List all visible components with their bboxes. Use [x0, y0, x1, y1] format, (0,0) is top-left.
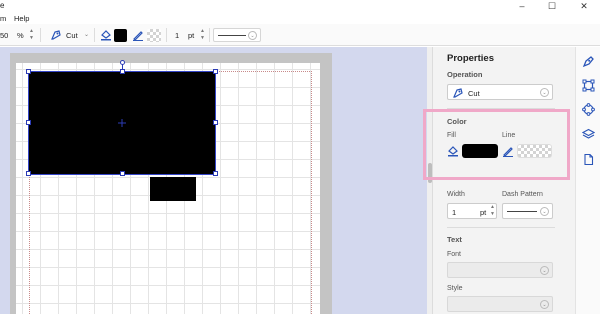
rail-pen-button[interactable]: [580, 53, 596, 69]
pen-tool-icon: [582, 55, 594, 67]
line-width-input[interactable]: 1 pt ▲ ▼: [447, 203, 497, 219]
resize-handle-s[interactable]: [120, 171, 125, 176]
text-heading: Text: [447, 235, 462, 244]
rectangle-small[interactable]: [150, 177, 196, 201]
menu-item-help[interactable]: Help: [14, 14, 29, 23]
line-width-field-value: 1: [452, 208, 457, 217]
resize-handle-w[interactable]: [26, 120, 31, 125]
resize-handle-se[interactable]: [213, 171, 218, 176]
chevron-down-icon: ⌄: [540, 88, 549, 97]
menu-bar: m Help: [0, 12, 600, 24]
chevron-down-icon: ⌄: [540, 207, 549, 216]
line-width-field-unit: pt: [480, 208, 487, 217]
chevron-down-icon: ⌄: [540, 300, 549, 309]
font-label: Font: [447, 251, 462, 258]
dash-pattern-label: Dash Pattern: [502, 191, 543, 198]
dash-pattern-preview: [218, 35, 246, 36]
dash-pattern-preview: [507, 211, 537, 212]
operation-dropdown-value: Cut: [468, 89, 480, 98]
center-crosshair-icon: [118, 119, 126, 127]
document-icon: [583, 153, 593, 165]
toolbar-divider: [209, 28, 210, 42]
rail-document-button[interactable]: [580, 151, 596, 167]
line-width-value[interactable]: 1: [175, 31, 179, 40]
fill-bucket-icon[interactable]: [100, 29, 112, 41]
toolbar-divider: [40, 28, 41, 42]
operation-value: Cut: [66, 31, 78, 40]
rail-nodes-button[interactable]: [580, 101, 596, 117]
menu-item-partial[interactable]: m: [0, 14, 6, 23]
chevron-down-icon: ⌄: [84, 32, 90, 38]
resize-handle-sw[interactable]: [26, 171, 31, 176]
pen-line-icon[interactable]: [132, 29, 144, 41]
nodes-icon: [581, 102, 595, 116]
toolbar-divider: [94, 28, 95, 42]
resize-handle-e[interactable]: [213, 120, 218, 125]
properties-title: Properties: [447, 53, 494, 64]
operation-dropdown[interactable]: Cut ⌄: [447, 84, 553, 100]
line-width-unit: pt: [188, 31, 195, 40]
font-dropdown[interactable]: ⌄: [447, 262, 553, 278]
toolbar: 50 % ▲ ▼ Cut ⌄ 1 pt ▲ ▼ ⌄: [0, 24, 600, 46]
resize-handle-n[interactable]: [120, 69, 125, 74]
toolbar-divider: [166, 28, 167, 42]
transform-icon: [582, 79, 594, 91]
close-button[interactable]: ✕: [570, 0, 598, 12]
style-label: Style: [447, 285, 463, 292]
section-divider: [447, 227, 555, 228]
rail-transform-button[interactable]: [580, 77, 596, 93]
color-section-highlight: [423, 109, 570, 180]
width-label: Width: [447, 191, 465, 198]
maximize-button[interactable]: ☐: [538, 0, 566, 12]
operation-select[interactable]: Cut ⌄: [48, 28, 92, 42]
line-color-swatch[interactable]: [147, 29, 161, 42]
window-title: e: [0, 1, 5, 10]
resize-handle-ne[interactable]: [213, 69, 218, 74]
zoom-unit: %: [17, 31, 24, 40]
cut-tool-icon: [453, 88, 463, 98]
minimize-button[interactable]: –: [508, 0, 536, 12]
title-bar: e – ☐ ✕: [0, 0, 600, 12]
fill-color-swatch[interactable]: [114, 29, 127, 42]
operation-heading: Operation: [447, 70, 483, 79]
layers-icon: [581, 128, 595, 139]
line-width-spinner[interactable]: ▲ ▼: [490, 204, 495, 218]
style-dropdown[interactable]: ⌄: [447, 296, 553, 312]
line-width-stepper[interactable]: ▲ ▼: [199, 28, 206, 42]
zoom-value[interactable]: 50: [0, 31, 8, 40]
rotation-handle[interactable]: [120, 60, 125, 65]
zoom-stepper[interactable]: ▲ ▼: [28, 28, 35, 42]
rail-layers-button[interactable]: [580, 126, 596, 142]
dash-pattern-select[interactable]: ⌄: [213, 28, 261, 42]
chevron-down-icon: ⌄: [248, 31, 257, 40]
resize-handle-nw[interactable]: [26, 69, 31, 74]
dash-pattern-dropdown[interactable]: ⌄: [502, 203, 553, 219]
chevron-down-icon: ⌄: [540, 266, 549, 275]
cut-tool-icon: [51, 30, 61, 40]
